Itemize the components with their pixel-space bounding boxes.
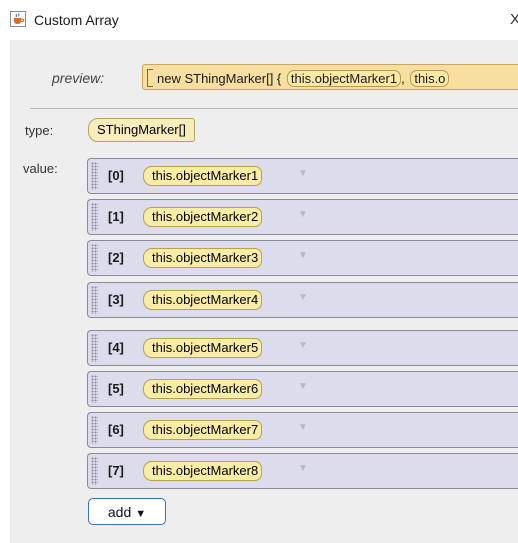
- type-chip[interactable]: SThingMarker[]: [88, 118, 195, 142]
- close-icon[interactable]: X: [510, 11, 518, 28]
- chevron-down-icon[interactable]: ▼: [298, 463, 308, 474]
- item-value-chip[interactable]: this.objectMarker4: [143, 290, 263, 310]
- drag-handle-icon[interactable]: [91, 203, 98, 231]
- preview-code-box: new SThingMarker[] { this.objectMarker1,…: [142, 64, 518, 90]
- item-value-chip[interactable]: this.objectMarker1: [143, 166, 263, 186]
- preview-chip: this.o: [410, 70, 450, 87]
- chevron-down-icon: ▼: [135, 507, 147, 520]
- item-index: [4]: [108, 340, 124, 355]
- item-value-chip[interactable]: this.objectMarker5: [143, 338, 263, 358]
- preview-chip: this.objectMarker1: [286, 70, 402, 87]
- preview-row: preview: new SThingMarker[] { this.objec…: [10, 40, 518, 100]
- item-index: [3]: [108, 292, 124, 307]
- chevron-down-icon[interactable]: ▼: [298, 250, 308, 261]
- drag-handle-icon[interactable]: [91, 416, 98, 444]
- chevron-down-icon[interactable]: ▼: [298, 292, 308, 303]
- chevron-down-icon[interactable]: ▼: [298, 422, 308, 433]
- title-bar: Custom Array X: [0, 0, 518, 40]
- array-item[interactable]: [7] this.objectMarker8 ▼: [87, 453, 518, 489]
- array-item[interactable]: [2] this.objectMarker3 ▼: [87, 240, 518, 276]
- add-button-label: add: [107, 503, 132, 520]
- drag-handle-icon[interactable]: [91, 457, 98, 485]
- item-index: [5]: [108, 381, 124, 396]
- item-index: [1]: [108, 209, 124, 224]
- add-button[interactable]: add ▼: [88, 498, 166, 525]
- chevron-down-icon[interactable]: ▼: [298, 209, 308, 220]
- preview-code: new SThingMarker[] { this.objectMarker1,…: [157, 70, 450, 87]
- separator-line: [30, 108, 518, 109]
- item-index: [0]: [108, 168, 124, 183]
- array-item[interactable]: [1] this.objectMarker2 ▼: [87, 199, 518, 235]
- drag-handle-icon[interactable]: [91, 244, 98, 272]
- array-item[interactable]: [4] this.objectMarker5 ▼: [87, 330, 518, 366]
- array-item[interactable]: [5] this.objectMarker6 ▼: [87, 371, 518, 407]
- array-item[interactable]: [3] this.objectMarker4 ▼: [87, 282, 518, 318]
- type-label: type:: [25, 123, 54, 138]
- drag-handle-icon[interactable]: [91, 162, 98, 190]
- chevron-down-icon[interactable]: ▼: [298, 381, 308, 392]
- java-coffee-icon: [10, 11, 26, 27]
- chevron-down-icon[interactable]: ▼: [298, 340, 308, 351]
- preview-label: preview:: [52, 70, 105, 86]
- chevron-down-icon[interactable]: ▼: [298, 168, 308, 179]
- bracket-icon: [147, 69, 153, 87]
- window-title: Custom Array: [34, 12, 119, 28]
- item-index: [7]: [108, 463, 124, 478]
- item-value-chip[interactable]: this.objectMarker8: [143, 461, 263, 481]
- preview-code-prefix: new SThingMarker[] {: [157, 71, 285, 86]
- item-value-chip[interactable]: this.objectMarker7: [143, 420, 263, 440]
- drag-handle-icon[interactable]: [91, 286, 98, 314]
- item-value-chip[interactable]: this.objectMarker3: [143, 248, 263, 268]
- item-value-chip[interactable]: this.objectMarker2: [143, 207, 263, 227]
- drag-handle-icon[interactable]: [91, 334, 98, 362]
- array-item[interactable]: [0] this.objectMarker1 ▼: [87, 158, 518, 194]
- drag-handle-icon[interactable]: [91, 375, 98, 403]
- item-index: [6]: [108, 422, 124, 437]
- preview-chip-separator: ,: [401, 71, 409, 86]
- item-index: [2]: [108, 250, 124, 265]
- item-value-chip[interactable]: this.objectMarker6: [143, 379, 263, 399]
- dialog-content: preview: new SThingMarker[] { this.objec…: [10, 40, 518, 543]
- value-label: value:: [23, 161, 58, 176]
- array-item[interactable]: [6] this.objectMarker7 ▼: [87, 412, 518, 448]
